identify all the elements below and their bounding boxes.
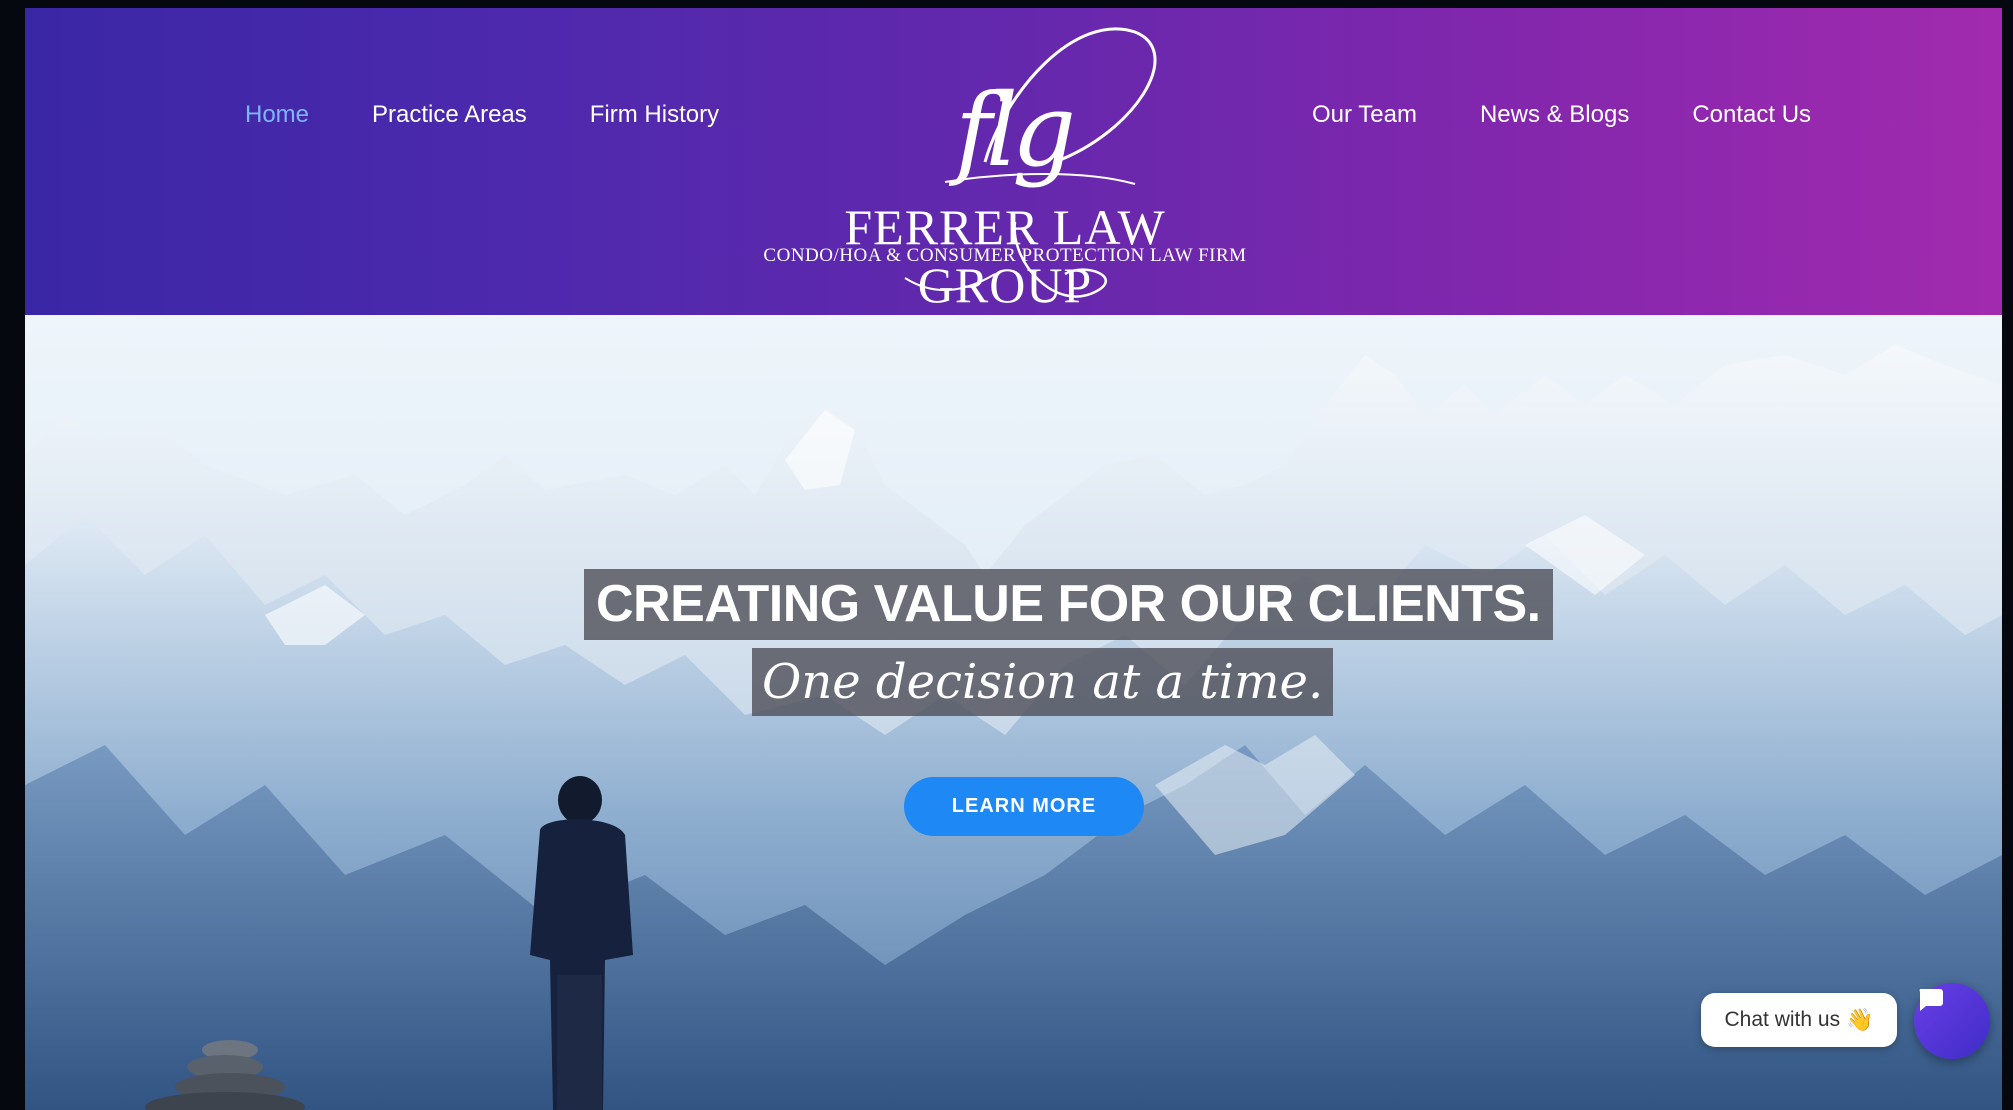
hero-subheadline: One decision at a time.	[752, 648, 1334, 716]
nav-link-practice-areas[interactable]: Practice Areas	[372, 101, 527, 129]
chat-bubble-icon	[1919, 989, 1943, 1011]
learn-more-button[interactable]: LEARN MORE	[904, 777, 1144, 836]
nav-link-firm-history[interactable]: Firm History	[590, 101, 719, 129]
nav-link-news-blogs[interactable]: News & Blogs	[1480, 101, 1629, 129]
chat-with-us-pill[interactable]: Chat with us 👋	[1701, 993, 1897, 1047]
waving-hand-icon: 👋	[1846, 1007, 1874, 1032]
chat-launcher-button[interactable]	[1914, 983, 1990, 1059]
nav-link-our-team[interactable]: Our Team	[1312, 101, 1417, 129]
browser-viewport: Home Practice Areas Firm History flg FER…	[25, 8, 2002, 1110]
site-header: Home Practice Areas Firm History flg FER…	[25, 8, 2002, 315]
hero-headline: CREATING VALUE FOR OUR CLIENTS.	[584, 569, 1553, 640]
logo-monogram: flg	[955, 72, 1076, 189]
nav-link-home[interactable]: Home	[245, 101, 309, 129]
primary-nav-left: Home Practice Areas Firm History	[245, 101, 782, 129]
logo-tagline: CONDO/HOA & CONSUMER PROTECTION LAW FIRM	[763, 245, 1247, 266]
hero-section: CREATING VALUE FOR OUR CLIENTS. One deci…	[25, 315, 2002, 1110]
nav-link-contact-us[interactable]: Contact Us	[1692, 101, 1811, 129]
primary-nav-right: Our Team News & Blogs Contact Us	[1312, 101, 1874, 129]
site-logo[interactable]: flg FERRER LAW GROUP CONDO/HOA & CONSUME…	[755, 12, 1255, 313]
chat-label: Chat with us	[1724, 1008, 1841, 1031]
